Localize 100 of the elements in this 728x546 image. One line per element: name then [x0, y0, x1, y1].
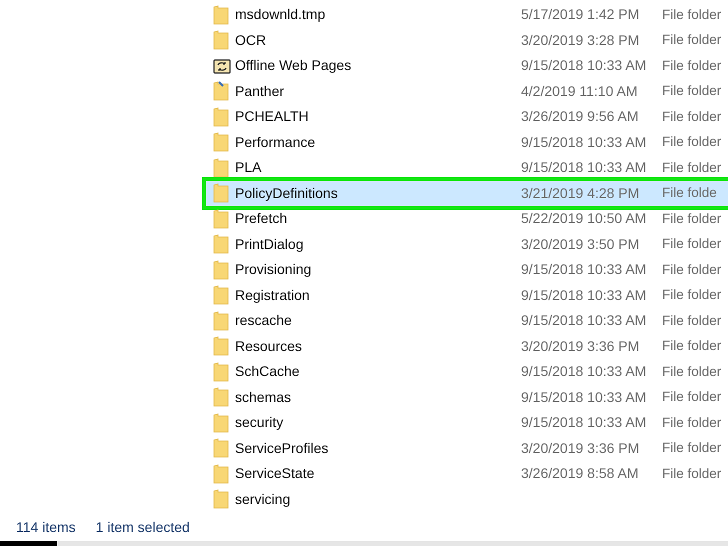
modified-date: 3/26/2019 9:56 AM: [521, 107, 640, 126]
file-name: ServiceProfiles: [235, 438, 330, 458]
folder-icon: [213, 4, 229, 25]
file-row[interactable]: Provisioning 9/15/2018 10:33 AM File folder: [205, 257, 728, 282]
selection-count: 1 item selected: [96, 518, 190, 536]
file-name: ServiceState: [235, 464, 316, 484]
file-type: File folder: [662, 158, 722, 177]
file-name: Prefetch: [235, 209, 288, 228]
file-row[interactable]: Offline Web Pages 9/15/2018 10:33 AM File folder: [205, 53, 728, 78]
folder-icon: [213, 234, 229, 254]
file-row[interactable]: PCHEALTH 3/26/2019 9:56 AM File folder: [205, 104, 728, 130]
file-name: PrintDialog: [235, 234, 304, 254]
file-type: File folder: [662, 388, 722, 406]
modified-date: 9/15/2018 10:33 AM: [521, 362, 648, 382]
file-row[interactable]: ServiceProfiles 3/20/2019 3:36 PM File folder: [205, 436, 728, 461]
modified-date: 9/15/2018 10:33 AM: [521, 158, 648, 178]
file-row[interactable]: servicing: [205, 486, 728, 512]
folder-icon: [213, 489, 229, 510]
file-type: File folder: [662, 362, 722, 381]
file-type: File folder: [662, 133, 722, 152]
modified-date: 9/15/2018 10:33 AM: [521, 132, 648, 152]
file-row[interactable]: msdownld.tmp 5/17/2019 1:42 PM File folder: [205, 2, 728, 28]
modified-date: 3/20/2019 3:28 PM: [521, 30, 640, 50]
modified-date: 3/21/2019 4:28 PM: [521, 184, 640, 203]
file-row[interactable]: ServiceState 3/26/2019 8:58 AM File folder: [205, 461, 728, 486]
file-row[interactable]: PrintDialog 3/20/2019 3:50 PM File folder: [205, 232, 728, 257]
folder-icon: [213, 387, 229, 408]
folder-icon: [213, 310, 229, 331]
modified-date: 9/15/2018 10:33 AM: [521, 260, 648, 280]
modified-date: 9/15/2018 10:33 AM: [521, 311, 648, 330]
file-type: File folder: [662, 235, 722, 254]
file-type: File folder: [662, 210, 722, 228]
folder-icon: [213, 30, 229, 50]
file-name: PCHEALTH: [235, 107, 310, 126]
file-name: Provisioning: [235, 260, 312, 280]
modified-date: 9/15/2018 10:33 AM: [521, 413, 648, 432]
file-type: File folder: [662, 337, 722, 356]
modified-date: 9/15/2018 10:33 AM: [521, 56, 648, 76]
folder-icon: [213, 464, 229, 484]
file-name: schemas: [235, 388, 292, 407]
scroll-thumb[interactable]: [0, 541, 57, 546]
file-type: File folder: [662, 464, 722, 483]
modified-date: 3/20/2019 3:50 PM: [521, 234, 640, 254]
folder-icon: [213, 158, 229, 178]
file-row[interactable]: Panther 4/2/2019 11:10 AM File folder: [205, 78, 728, 104]
file-name: servicing: [235, 490, 292, 509]
file-row[interactable]: SchCache 9/15/2018 10:33 AM File folder: [205, 359, 728, 384]
file-type: File folder: [662, 312, 722, 330]
file-type: File folder: [662, 414, 722, 432]
file-name: Resources: [235, 336, 303, 356]
folder-icon: [213, 438, 229, 458]
file-name: SchCache: [235, 362, 301, 382]
file-type: File folder: [662, 31, 722, 50]
modified-date: 3/20/2019 3:36 PM: [521, 438, 640, 458]
file-row[interactable]: Resources 3/20/2019 3:36 PM File folder: [205, 334, 728, 359]
folder-icon: [213, 412, 229, 433]
file-name: Panther: [235, 82, 286, 101]
file-type: File folder: [662, 82, 722, 100]
file-name: msdownld.tmp: [235, 5, 326, 24]
folder-icon: [213, 183, 229, 204]
file-type: File folder: [662, 260, 722, 279]
file-row[interactable]: PLA 9/15/2018 10:33 AM File folder: [205, 155, 728, 180]
file-name: Offline Web Pages: [235, 56, 352, 76]
file-row[interactable]: schemas 9/15/2018 10:33 AM File folder: [205, 384, 728, 410]
file-name: OCR: [235, 30, 268, 50]
sync-folder-icon: [213, 58, 231, 74]
file-type: File folde: [662, 184, 717, 202]
file-type: File folder: [662, 108, 722, 126]
folder-icon: [213, 285, 229, 306]
folder-icon: [213, 106, 229, 127]
file-name: security: [235, 413, 284, 432]
modified-date: 5/17/2019 1:42 PM: [521, 5, 640, 24]
file-name: Performance: [235, 132, 316, 152]
file-type: File folder: [662, 439, 722, 458]
modified-date: 3/26/2019 8:58 AM: [521, 464, 640, 484]
file-row[interactable]: Prefetch 5/22/2019 10:50 AM File folder: [205, 206, 728, 232]
file-row[interactable]: OCR 3/20/2019 3:28 PM File folder: [205, 28, 728, 53]
folder-icon: [213, 132, 229, 152]
file-row[interactable]: rescache 9/15/2018 10:33 AM File folder: [205, 308, 728, 334]
file-name: rescache: [235, 311, 293, 330]
folder-icon: [213, 362, 229, 382]
item-count: 114 items: [15, 518, 77, 536]
file-row[interactable]: security 9/15/2018 10:33 AM File folder: [205, 410, 728, 436]
file-type: File folder: [662, 6, 722, 24]
folder-icon: [213, 208, 229, 229]
file-name: Registration: [235, 286, 311, 305]
file-name: PLA: [235, 158, 262, 178]
modified-date: 4/2/2019 11:10 AM: [521, 82, 638, 101]
file-row[interactable]: Registration 9/15/2018 10:33 AM File folder: [205, 282, 728, 308]
modified-date: 5/22/2019 10:50 AM: [521, 209, 648, 228]
file-name: PolicyDefinitions: [235, 184, 339, 203]
folder-icon: [213, 336, 229, 356]
modified-date: 3/20/2019 3:36 PM: [521, 336, 640, 356]
folder-icon: [213, 81, 229, 102]
folder-icon: [213, 260, 229, 280]
file-type: File folder: [662, 286, 722, 304]
file-type: File folder: [662, 56, 722, 75]
modified-date: 9/15/2018 10:33 AM: [521, 388, 648, 407]
file-row[interactable]: Performance 9/15/2018 10:33 AM File folder: [205, 130, 728, 155]
modified-date: 9/15/2018 10:33 AM: [521, 286, 648, 305]
